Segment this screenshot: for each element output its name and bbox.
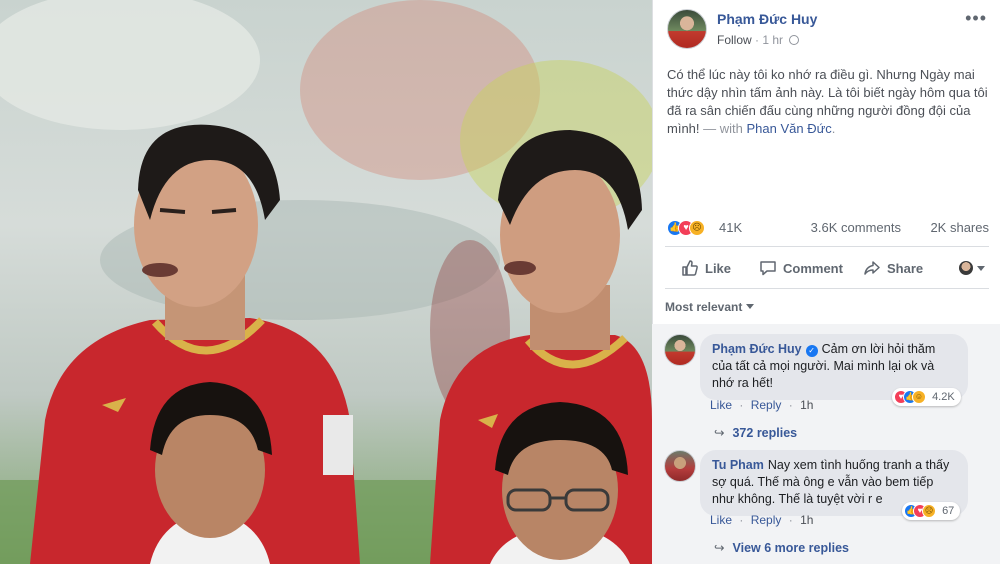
author-avatar[interactable] <box>667 9 707 49</box>
ellipsis-icon[interactable]: ••• <box>965 8 987 29</box>
author-name[interactable]: Phạm Đức Huy <box>717 11 817 27</box>
comment-sort-label: Most relevant <box>665 300 743 314</box>
shares-count-link[interactable]: 2K shares <box>930 220 989 235</box>
verified-badge-icon: ✓ <box>805 345 818 357</box>
player-photo-illustration <box>0 0 652 564</box>
comment-like-link[interactable]: Like <box>710 398 732 412</box>
share-button[interactable]: Share <box>863 259 923 277</box>
like-button[interactable]: Like <box>681 259 731 277</box>
comment-like-link[interactable]: Like <box>710 513 732 527</box>
post-meta: Follow · 1 hr <box>717 33 800 47</box>
comment-actions: Like · Reply · 1h <box>710 398 817 412</box>
comment-action-separator: · <box>788 398 793 412</box>
comment-time[interactable]: 1h <box>800 513 813 527</box>
comment-author[interactable]: Tu Pham <box>712 458 764 472</box>
comment-button[interactable]: Comment <box>759 259 843 277</box>
post-header: Phạm Đức Huy Follow · 1 hr ••• <box>653 0 1000 56</box>
view-replies-link[interactable]: ↪ 372 replies <box>714 425 797 440</box>
comment-reaction-count: 4.2K <box>932 391 955 403</box>
comment-avatar[interactable] <box>664 450 696 482</box>
reply-arrow-icon: ↪ <box>714 541 725 555</box>
globe-icon <box>789 35 800 45</box>
comment-actions: Like · Reply · 1h <box>710 513 817 527</box>
post-as-selector[interactable] <box>959 261 985 275</box>
post-photo[interactable] <box>0 0 652 564</box>
comment-icon <box>760 261 776 276</box>
comment-action-separator: · <box>739 398 744 412</box>
comment-reply-link[interactable]: Reply <box>751 513 782 527</box>
share-arrow-icon <box>864 261 880 275</box>
share-button-label: Share <box>887 260 924 276</box>
thumbs-up-icon <box>682 260 698 276</box>
comment-sort-dropdown[interactable]: Most relevant <box>665 300 755 314</box>
profile-mini-avatar <box>959 261 973 275</box>
haha-reaction-icon: ☺ <box>912 390 926 405</box>
chevron-down-icon <box>977 265 985 271</box>
with-text: — with <box>699 121 747 136</box>
comment-action-separator: · <box>739 513 744 527</box>
comment-avatar[interactable] <box>664 334 696 366</box>
comment-action-separator: · <box>788 513 793 527</box>
sad-reaction-icon: ☹ <box>689 219 705 236</box>
chevron-down-icon <box>746 304 755 309</box>
comment-button-label: Comment <box>783 260 843 276</box>
post-time[interactable]: 1 hr <box>762 33 783 47</box>
comments-count-link[interactable]: 3.6K comments <box>811 220 901 235</box>
comment-reaction-badge[interactable]: 👍 ♥ ☹ 67 <box>902 502 961 520</box>
replies-label: 372 replies <box>732 426 798 440</box>
sad-reaction-icon: ☹ <box>922 504 936 519</box>
replies-label: View 6 more replies <box>732 541 849 555</box>
comment-reply-link[interactable]: Reply <box>751 398 782 412</box>
meta-separator: · <box>755 33 760 47</box>
stats-divider <box>665 246 989 247</box>
follow-link[interactable]: Follow <box>717 33 752 47</box>
comment-reaction-badge[interactable]: ♥ 👍☺ 4.2K <box>892 388 961 406</box>
comment-author[interactable]: Phạm Đức Huy <box>712 342 802 356</box>
reply-arrow-icon: ↪ <box>714 426 725 440</box>
like-button-label: Like <box>705 260 732 276</box>
view-more-replies-link[interactable]: ↪ View 6 more replies <box>714 540 849 555</box>
comment-reaction-count: 67 <box>942 505 955 517</box>
post-text: Có thể lúc này tôi ko nhớ ra điều gì. Nh… <box>667 66 991 138</box>
actions-divider <box>665 288 989 289</box>
reaction-icons[interactable]: 👍 ♥ ☹ <box>667 219 705 236</box>
comment-time[interactable]: 1h <box>800 398 813 412</box>
post-actions: Like Comment Share <box>665 253 989 283</box>
tag-end: . <box>831 121 836 136</box>
tagged-friend-link[interactable]: Phan Văn Đức <box>746 121 831 136</box>
reaction-count[interactable]: 41K <box>719 220 742 235</box>
post-stats: 👍 ♥ ☹ 41K 3.6K comments 2K shares <box>667 216 989 238</box>
